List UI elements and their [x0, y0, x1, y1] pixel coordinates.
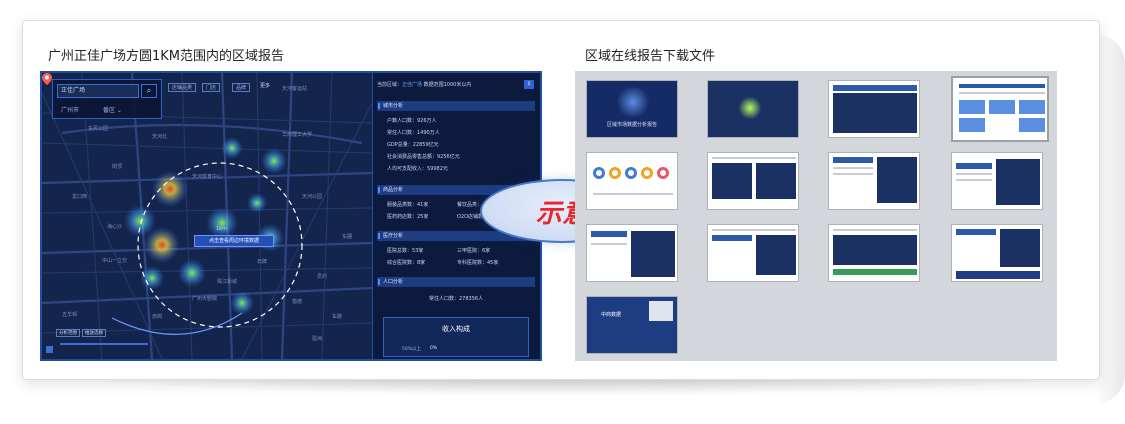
stat-line: 医药药店数：25家 — [387, 214, 429, 220]
map-label: 东圃 — [342, 234, 353, 240]
search-icon[interactable]: ⌕ — [141, 84, 157, 98]
stat-line: 专科医院数：45家 — [457, 260, 499, 266]
section-city-analysis: 城市分析 — [377, 101, 535, 111]
map-label: 中山一立交 — [102, 258, 128, 264]
stat-line: 常住人口数：278356人 — [429, 296, 484, 302]
filter-dropdown[interactable]: 店铺品类 — [168, 83, 197, 92]
stat-line: 常住人口数：1490万人 — [387, 130, 440, 136]
map-label: 石牌 — [257, 259, 268, 265]
tab-analysis-range[interactable]: 分析范围 — [56, 329, 80, 337]
report-page-thumbnail[interactable] — [828, 80, 920, 138]
map-label: 赤岗 — [152, 314, 163, 320]
map-label: 东风公园 — [88, 126, 109, 132]
more-button[interactable]: 更多 — [260, 82, 270, 89]
report-page-thumbnail[interactable] — [951, 76, 1049, 142]
map-label: 龙口西 — [72, 194, 88, 200]
income-chart-box: 收入构成 50%以上 0% — [383, 317, 529, 357]
stat-line: GDP总量：22859亿元 — [387, 142, 439, 148]
report-page-thumbnail[interactable] — [586, 152, 678, 210]
stat-line: 综合医院数：8家 — [387, 260, 426, 266]
logo-icon — [46, 346, 53, 353]
map-label: 天河北 — [152, 134, 168, 140]
location-pin-icon[interactable] — [42, 73, 52, 85]
map-label: 猎德 — [292, 299, 303, 305]
map-label: 岗顶 — [112, 164, 123, 170]
stat-line: 三甲医院：6家 — [457, 248, 491, 254]
city-select[interactable]: 广州市 — [61, 105, 79, 114]
report-header: 当前区域：正佳广场 数据范围1000米以内 — [377, 82, 472, 88]
back-cover-logo: 中商数据 — [601, 312, 622, 318]
range-slider[interactable] — [60, 343, 148, 345]
map-search-panel: 正佳广场 ⌕ 广州市 番区 ⌄ — [52, 79, 162, 119]
map-label: 琶洲 — [312, 336, 323, 342]
map-report-screenshot: 正佳广场 ⌕ 广州市 番区 ⌄ 店铺品类 门店 品牌 更多 东风公园 天河北 天… — [40, 71, 542, 361]
map-mode-tabs: 分析范围 推送选择 — [56, 329, 108, 337]
income-legend: 50%以上 — [402, 347, 422, 352]
report-page-thumbnail[interactable]: 中商数据 — [586, 296, 678, 354]
filter-dropdown[interactable]: 品牌 — [232, 83, 251, 92]
map-label: 天河体育中心 — [192, 174, 223, 180]
stat-line: 餐饮品类： — [457, 202, 483, 208]
report-page-thumbnail[interactable] — [586, 224, 678, 282]
stat-line: 户籍人口数：926万人 — [387, 118, 437, 124]
cover-title: 区域市场数据分析报告 — [606, 122, 657, 128]
map-label: 员村 — [317, 274, 328, 280]
download-icon[interactable]: ⭳ — [524, 80, 534, 89]
report-page-thumbnail[interactable] — [828, 152, 920, 210]
map-label: 五羊邨 — [62, 312, 78, 318]
map-label: 广州大剧院 — [192, 296, 218, 302]
income-title: 收入构成 — [442, 325, 470, 333]
radius-label: 1km — [216, 226, 227, 232]
map-label: 车陂 — [332, 314, 343, 320]
left-section-title: 广州正佳广场方圆1KM范围内的区域报告 — [48, 49, 285, 64]
map-label: 珠江新城 — [217, 279, 238, 285]
right-section-title: 区域在线报告下载文件 — [585, 49, 716, 64]
report-page-thumbnail[interactable] — [951, 152, 1043, 210]
map-label: 天河公园 — [302, 194, 323, 200]
stat-line: 服装品类数：41家 — [387, 202, 429, 208]
report-pages-grid: 区域市场数据分析报告 中商数据 — [575, 71, 1057, 361]
map-popup[interactable]: 点击查看周边环境数据 — [194, 235, 274, 247]
map-label: 天河客运站 — [282, 86, 308, 92]
report-page-thumbnail[interactable] — [707, 80, 799, 138]
report-page-thumbnail[interactable]: 区域市场数据分析报告 — [586, 80, 678, 138]
search-input[interactable]: 正佳广场 — [57, 84, 139, 98]
stat-line: 社会消费品零售总额：9256亿元 — [387, 154, 460, 160]
tab-push-select[interactable]: 推送选择 — [82, 329, 106, 337]
heat-map[interactable]: 正佳广场 ⌕ 广州市 番区 ⌄ 店铺品类 门店 品牌 更多 东风公园 天河北 天… — [42, 73, 372, 359]
filter-dropdown[interactable]: 门店 — [202, 83, 221, 92]
income-value: 0% — [430, 346, 438, 351]
district-select[interactable]: 番区 ⌄ — [103, 105, 122, 114]
report-page-thumbnail[interactable] — [828, 224, 920, 282]
section-population-analysis: 人口分析 — [377, 277, 535, 287]
report-page-thumbnail[interactable] — [707, 152, 799, 210]
stat-line: 人均可支配收入：59982元 — [387, 166, 448, 172]
report-page-thumbnail[interactable] — [951, 224, 1043, 282]
map-label: 华南理工大学 — [282, 132, 313, 138]
map-label: 海心沙 — [107, 224, 123, 230]
report-page-thumbnail[interactable] — [707, 224, 799, 282]
stat-line: 医院总数：53家 — [387, 248, 424, 254]
